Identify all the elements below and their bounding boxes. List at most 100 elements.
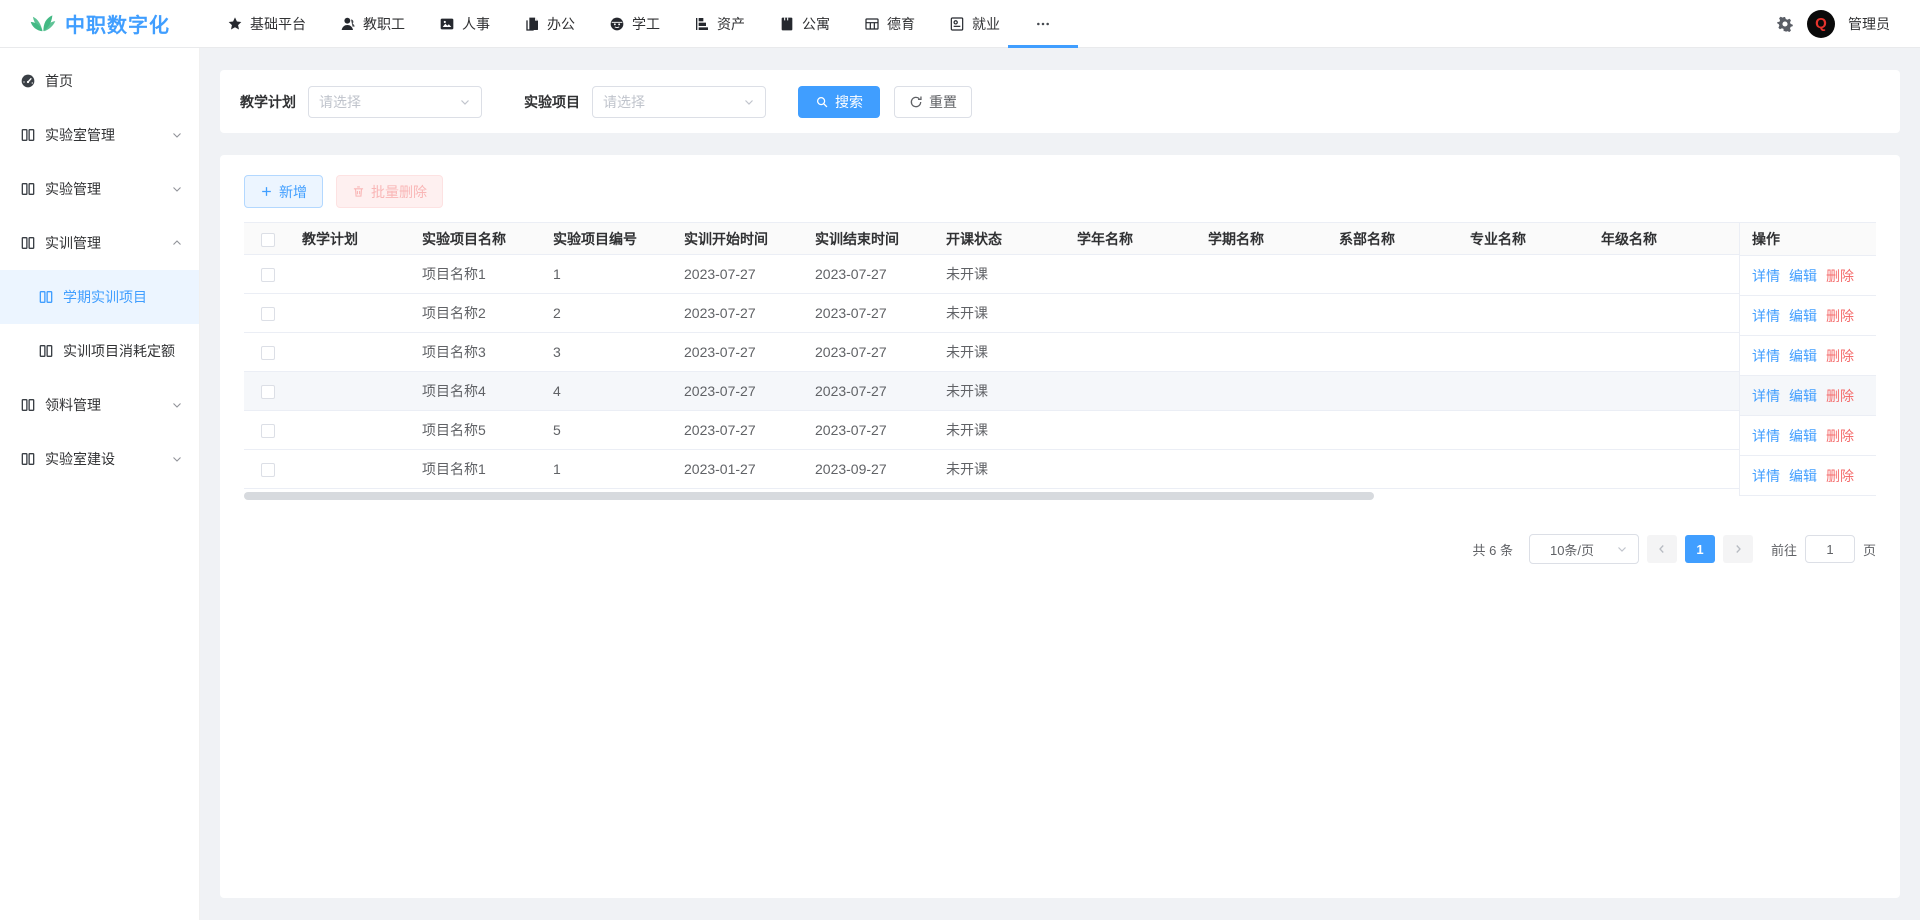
project-select[interactable]: 请选择	[592, 86, 766, 118]
batch-delete-button[interactable]: 批量删除	[336, 175, 443, 208]
sidebar-item[interactable]: 实验室管理	[0, 108, 199, 162]
column-header[interactable]: 教学计划	[292, 223, 412, 255]
table-row: 项目名称112023-07-272023-07-27未开课	[244, 255, 1876, 294]
cell-major	[1460, 372, 1591, 411]
select-all-checkbox[interactable]	[261, 233, 275, 247]
cell-major	[1460, 411, 1591, 450]
face-icon	[609, 16, 625, 32]
chevron-right-icon	[1732, 543, 1744, 555]
nav-item[interactable]: 基础平台	[227, 0, 306, 48]
detail-link[interactable]: 详情	[1752, 466, 1780, 486]
delete-link[interactable]: 删除	[1826, 266, 1854, 286]
cell-plan	[292, 294, 412, 333]
column-header[interactable]: 系部名称	[1329, 223, 1460, 255]
sidebar-item[interactable]: 实验管理	[0, 162, 199, 216]
column-header[interactable]: 实验项目名称	[412, 223, 543, 255]
row-checkbox[interactable]	[261, 463, 275, 477]
avatar[interactable]: Q	[1807, 10, 1835, 38]
nav-item[interactable]: 资产	[694, 0, 745, 48]
sidebar-item[interactable]: 首页	[0, 54, 199, 108]
edit-link[interactable]: 编辑	[1789, 346, 1817, 366]
cell-term	[1198, 450, 1329, 489]
sidebar-item[interactable]: 实验室建设	[0, 432, 199, 486]
column-header[interactable]: 年级名称	[1591, 223, 1722, 255]
next-page-button[interactable]	[1723, 535, 1753, 563]
cell-name: 项目名称2	[412, 294, 543, 333]
nav-item[interactable]: 人事	[439, 0, 490, 48]
detail-link[interactable]: 详情	[1752, 386, 1780, 406]
cell-status: 未开课	[936, 255, 1067, 294]
chevron-down-icon	[171, 183, 183, 195]
horizontal-scrollbar[interactable]	[244, 492, 1876, 500]
row-checkbox[interactable]	[261, 424, 275, 438]
edit-link[interactable]: 编辑	[1789, 386, 1817, 406]
detail-link[interactable]: 详情	[1752, 266, 1780, 286]
detail-link[interactable]: 详情	[1752, 426, 1780, 446]
nav-item-more[interactable]	[1034, 0, 1052, 48]
book-icon	[20, 127, 36, 143]
nav-item[interactable]: 公寓	[779, 0, 830, 48]
cell-status: 未开课	[936, 333, 1067, 372]
edit-link[interactable]: 编辑	[1789, 306, 1817, 326]
cell-term	[1198, 372, 1329, 411]
reset-button-label: 重置	[929, 92, 957, 112]
edit-link[interactable]: 编辑	[1789, 466, 1817, 486]
edit-link[interactable]: 编辑	[1789, 266, 1817, 286]
cell-grade	[1591, 294, 1722, 333]
add-button-label: 新增	[279, 182, 307, 202]
sidebar-subitem[interactable]: 实训项目消耗定额	[0, 324, 199, 378]
delete-link[interactable]: 删除	[1826, 426, 1854, 446]
sidebar-subitem[interactable]: 学期实训项目	[0, 270, 199, 324]
column-header[interactable]: 学期名称	[1198, 223, 1329, 255]
prev-page-button[interactable]	[1647, 535, 1677, 563]
book-icon	[20, 397, 36, 413]
cell-grade	[1591, 333, 1722, 372]
nav-item[interactable]: 就业	[949, 0, 1000, 48]
column-header[interactable]: 开课状态	[936, 223, 1067, 255]
page-size-select[interactable]: 10条/页	[1529, 534, 1639, 564]
nav-item[interactable]: 学工	[609, 0, 660, 48]
goto-page-input[interactable]	[1805, 535, 1855, 563]
column-header[interactable]: 学年名称	[1067, 223, 1198, 255]
delete-link[interactable]: 删除	[1826, 346, 1854, 366]
plan-select-placeholder: 请选择	[319, 92, 361, 112]
nav-item[interactable]: 德育	[864, 0, 915, 48]
nav-item[interactable]: 办公	[524, 0, 575, 48]
user-name[interactable]: 管理员	[1848, 14, 1890, 34]
brand[interactable]: 中职数字化	[0, 9, 200, 38]
gear-icon[interactable]	[1776, 15, 1794, 33]
column-header[interactable]: 实训结束时间	[805, 223, 936, 255]
row-checkbox[interactable]	[261, 346, 275, 360]
book-icon	[38, 343, 54, 359]
cell-year	[1067, 255, 1198, 294]
sidebar-item[interactable]: 领料管理	[0, 378, 199, 432]
table-scroll-area: 教学计划实验项目名称实验项目编号实训开始时间实训结束时间开课状态学年名称学期名称…	[244, 222, 1876, 489]
edit-link[interactable]: 编辑	[1789, 426, 1817, 446]
detail-link[interactable]: 详情	[1752, 346, 1780, 366]
reset-button[interactable]: 重置	[894, 86, 972, 118]
delete-link[interactable]: 删除	[1826, 386, 1854, 406]
cell-dept	[1329, 333, 1460, 372]
delete-link[interactable]: 删除	[1826, 306, 1854, 326]
add-button[interactable]: 新增	[244, 175, 323, 208]
sidebar: 首页实验室管理实验管理实训管理学期实训项目实训项目消耗定额领料管理实验室建设	[0, 48, 200, 920]
scrollbar-thumb[interactable]	[244, 492, 1374, 500]
row-checkbox[interactable]	[261, 268, 275, 282]
nav-item[interactable]: 教职工	[340, 0, 405, 48]
column-header[interactable]: 实验项目编号	[543, 223, 674, 255]
column-header[interactable]: 实训开始时间	[674, 223, 805, 255]
column-header[interactable]: 专业名称	[1460, 223, 1591, 255]
row-checkbox[interactable]	[261, 385, 275, 399]
detail-link[interactable]: 详情	[1752, 306, 1780, 326]
plan-select[interactable]: 请选择	[308, 86, 482, 118]
chevron-left-icon	[1656, 543, 1668, 555]
page-1-button[interactable]: 1	[1685, 535, 1715, 563]
cell-code: 1	[543, 450, 674, 489]
row-checkbox[interactable]	[261, 307, 275, 321]
search-button[interactable]: 搜索	[798, 86, 880, 118]
cell-dept	[1329, 255, 1460, 294]
chevron-down-icon	[743, 96, 755, 108]
delete-link[interactable]: 删除	[1826, 466, 1854, 486]
sidebar-item[interactable]: 实训管理	[0, 216, 199, 270]
data-table: 教学计划实验项目名称实验项目编号实训开始时间实训结束时间开课状态学年名称学期名称…	[244, 222, 1876, 489]
